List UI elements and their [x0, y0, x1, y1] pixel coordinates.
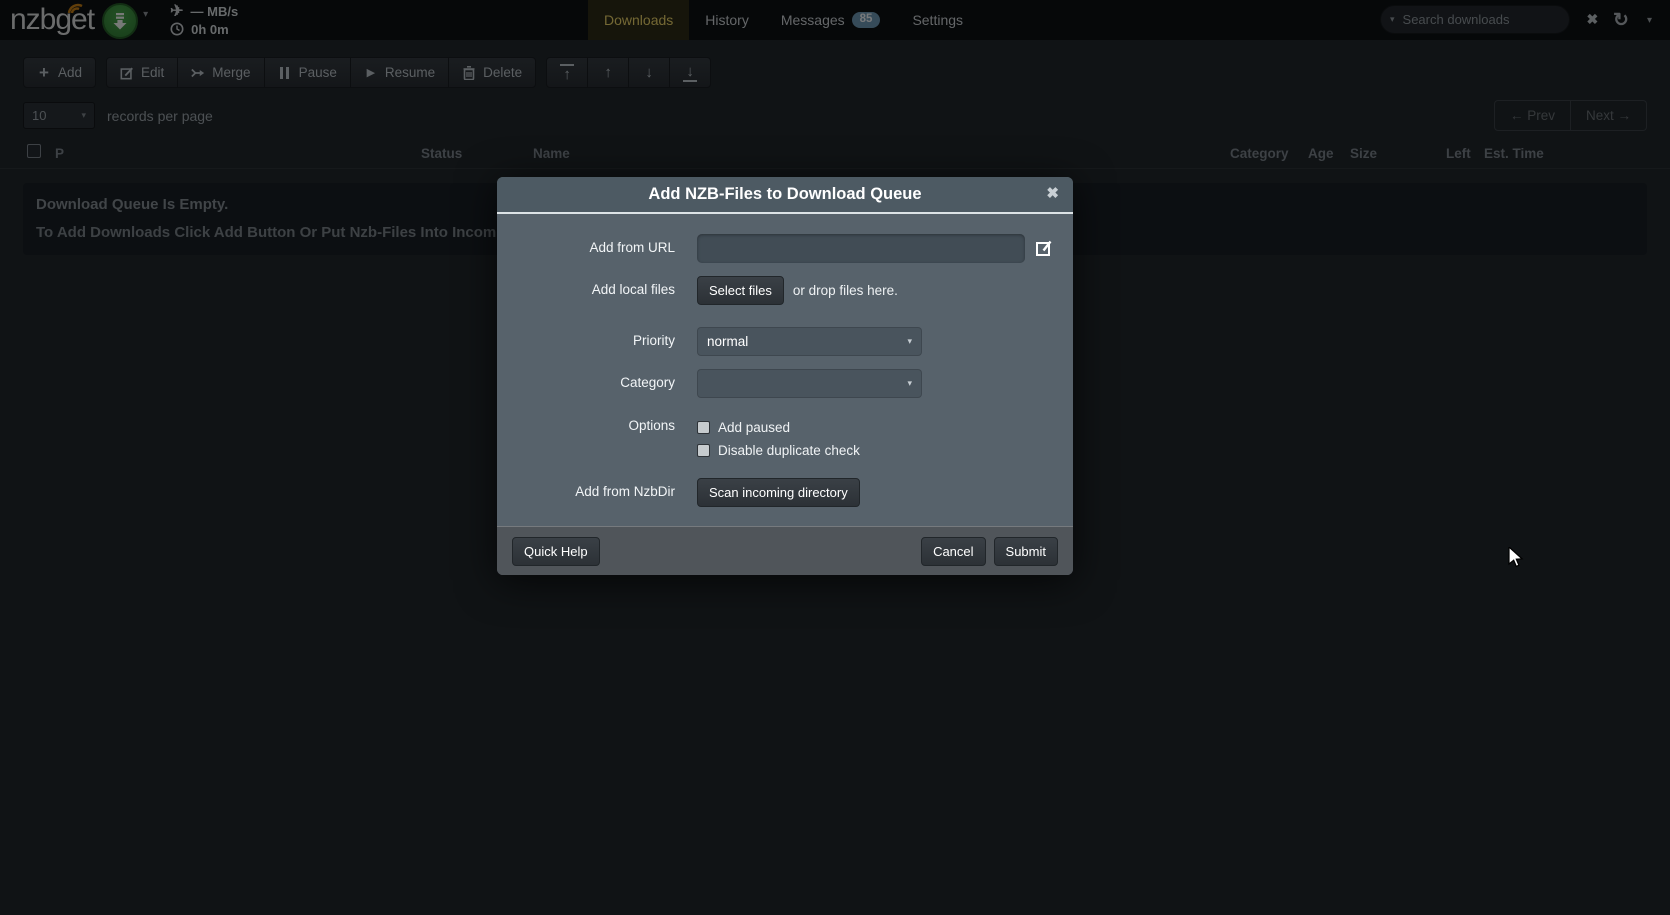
add-paused-checkbox[interactable]	[697, 421, 710, 434]
cancel-button[interactable]: Cancel	[921, 537, 985, 566]
select-files-button[interactable]: Select files	[697, 276, 784, 305]
nzbdir-label: Add from NzbDir	[517, 478, 675, 499]
category-caret-icon: ▾	[907, 378, 912, 389]
dialog-header: Add NZB-Files to Download Queue ✖	[497, 177, 1073, 214]
priority-label: Priority	[517, 327, 675, 348]
category-label: Category	[517, 369, 675, 390]
url-label: Add from URL	[517, 234, 675, 255]
add-nzb-dialog: Add NZB-Files to Download Queue ✖ Add fr…	[497, 177, 1073, 575]
disable-duplicate-check-option[interactable]: Disable duplicate check	[697, 443, 860, 458]
priority-row: Priority normal ▾	[517, 327, 1053, 356]
category-select[interactable]: ▾	[697, 369, 922, 398]
edit-url-icon[interactable]	[1035, 239, 1053, 262]
priority-select[interactable]: normal ▾	[697, 327, 922, 356]
url-row: Add from URL	[517, 234, 1053, 263]
local-files-label: Add local files	[517, 276, 675, 297]
close-icon[interactable]: ✖	[1046, 186, 1059, 201]
local-files-row: Add local files Select files or drop fil…	[517, 276, 1053, 305]
url-input[interactable]	[697, 234, 1025, 263]
drop-files-hint: or drop files here.	[793, 276, 898, 298]
options-label: Options	[517, 416, 675, 433]
priority-caret-icon: ▾	[907, 336, 912, 347]
category-row: Category ▾	[517, 369, 1053, 398]
quick-help-button[interactable]: Quick Help	[512, 537, 600, 566]
dialog-body: Add from URL Add local files Select file…	[497, 214, 1073, 526]
dialog-footer: Quick Help Cancel Submit	[497, 526, 1073, 575]
disable-duplicate-check-checkbox[interactable]	[697, 444, 710, 457]
scan-incoming-directory-button[interactable]: Scan incoming directory	[697, 478, 860, 507]
add-paused-option[interactable]: Add paused	[697, 420, 860, 435]
nzbdir-row: Add from NzbDir Scan incoming directory	[517, 478, 1053, 507]
submit-button[interactable]: Submit	[994, 537, 1058, 566]
options-row: Options Add paused Disable duplicate che…	[517, 416, 1053, 458]
dialog-title: Add NZB-Files to Download Queue	[648, 185, 921, 204]
